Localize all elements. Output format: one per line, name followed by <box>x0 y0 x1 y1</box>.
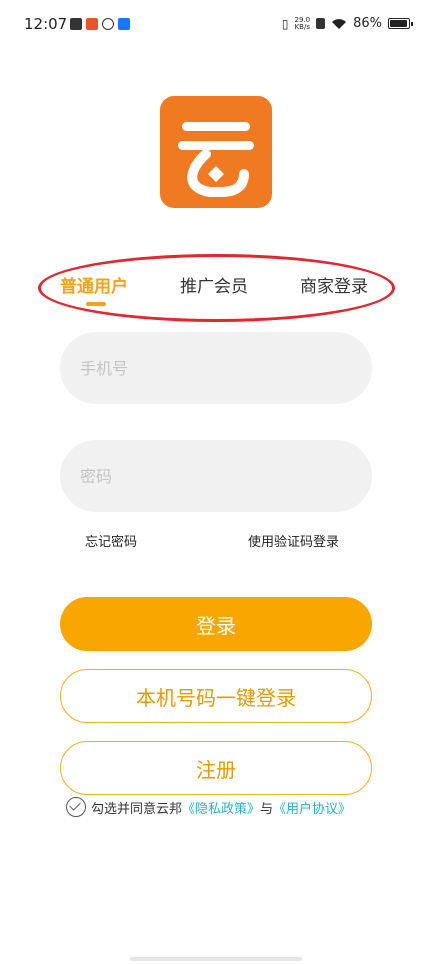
battery-percent: 86% <box>353 16 382 31</box>
agreement-text: 勾选并同意云邦 <box>91 801 183 817</box>
password-input[interactable] <box>60 440 372 512</box>
wifi-icon <box>332 18 347 29</box>
tab-normal-user[interactable]: 普通用户 <box>60 272 128 297</box>
register-button[interactable]: 注册 <box>60 741 372 795</box>
active-tab-indicator <box>86 302 106 306</box>
alipay-icon <box>118 18 130 30</box>
home-indicator[interactable] <box>130 957 302 961</box>
link-icon <box>102 18 114 30</box>
sms-login-link[interactable]: 使用验证码登录 <box>248 531 339 550</box>
vibrate-icon: ▯ <box>281 16 289 31</box>
user-agreement-link[interactable]: 《用户协议》 <box>273 798 351 817</box>
notification-icons <box>70 18 130 30</box>
privacy-policy-link[interactable]: 《隐私政策》 <box>182 798 260 817</box>
sim-off-icon <box>316 18 326 29</box>
login-button[interactable]: 登录 <box>60 597 372 651</box>
yun-logo-icon <box>178 122 254 197</box>
agreement-checkbox[interactable] <box>66 797 86 817</box>
app-icon <box>86 18 98 30</box>
mail-icon <box>70 18 82 30</box>
status-time: 12:07 <box>24 15 68 33</box>
agreement-row: 勾选并同意云邦 《隐私政策》 与 《用户协议》 <box>66 797 351 817</box>
net-speed: 29.0 KB/s <box>294 15 311 31</box>
battery-icon <box>388 18 413 29</box>
status-right: ▯ 29.0 KB/s 86% <box>281 15 413 31</box>
agreement-and: 与 <box>260 801 274 817</box>
app-logo <box>160 96 272 208</box>
phone-input[interactable] <box>60 332 372 404</box>
status-bar: 12:07 ▯ 29.0 KB/s 86% <box>0 0 432 52</box>
tab-promo-member[interactable]: 推广会员 <box>180 272 248 297</box>
one-click-login-button[interactable]: 本机号码一键登录 <box>60 669 372 723</box>
forgot-password-link[interactable]: 忘记密码 <box>85 531 137 550</box>
tab-merchant-login[interactable]: 商家登录 <box>300 272 368 297</box>
